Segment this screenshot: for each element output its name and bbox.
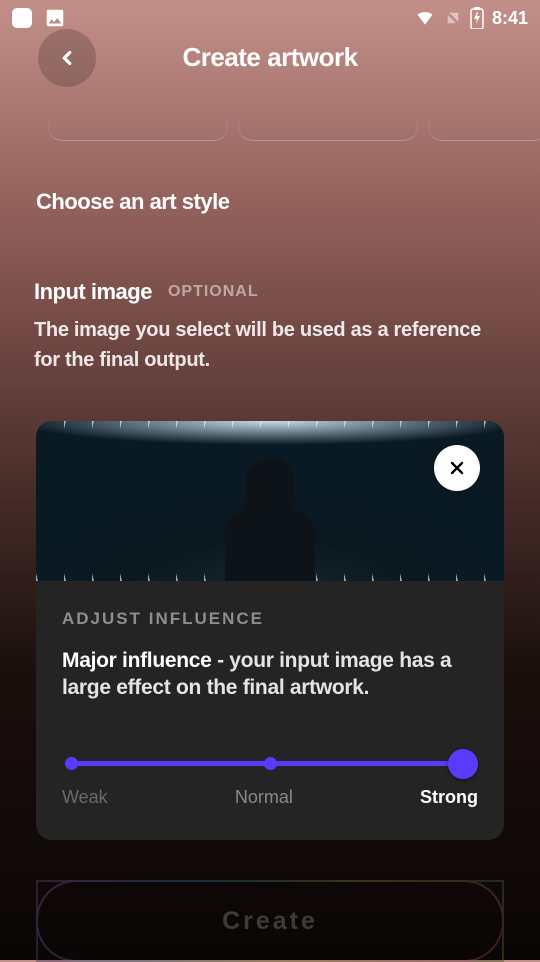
art-style-chip[interactable] [48, 113, 228, 141]
header: Create artwork [0, 36, 540, 83]
art-style-section-title: Choose an art style [0, 141, 540, 215]
app-indicator-icon [12, 8, 32, 28]
input-image-label: Input image [34, 279, 152, 305]
page-title: Create artwork [182, 42, 357, 73]
create-button[interactable]: Create [36, 880, 504, 962]
input-image-card: ADJUST INFLUENCE Major influence - your … [36, 421, 504, 840]
influence-level-name: Major influence [62, 649, 212, 672]
art-style-chip[interactable] [428, 113, 540, 141]
close-icon [447, 458, 467, 478]
slider-label-weak: Weak [62, 787, 108, 808]
input-image-header: Input image OPTIONAL [0, 215, 540, 305]
art-style-chip-row[interactable] [0, 83, 540, 141]
influence-description: Major influence - your input image has a… [62, 647, 478, 701]
optional-tag: OPTIONAL [168, 283, 259, 301]
slider-labels: Weak Normal Strong [62, 787, 478, 808]
status-time: 8:41 [492, 8, 528, 29]
battery-charging-icon [470, 7, 484, 29]
chevron-left-icon [56, 47, 78, 69]
picture-icon [44, 7, 66, 29]
remove-image-button[interactable] [434, 445, 480, 491]
input-image-preview[interactable] [36, 421, 504, 581]
create-button-label: Create [222, 907, 318, 936]
slider-label-strong: Strong [420, 787, 478, 808]
wifi-icon [414, 8, 436, 28]
input-image-description: The image you select will be used as a r… [0, 305, 540, 375]
no-sim-icon [444, 8, 462, 28]
influence-slider[interactable] [62, 749, 478, 779]
slider-label-normal: Normal [235, 787, 293, 808]
art-style-chip[interactable] [238, 113, 418, 141]
adjust-influence-label: ADJUST INFLUENCE [62, 609, 478, 629]
back-button[interactable] [38, 29, 96, 87]
status-bar: 8:41 [0, 0, 540, 36]
